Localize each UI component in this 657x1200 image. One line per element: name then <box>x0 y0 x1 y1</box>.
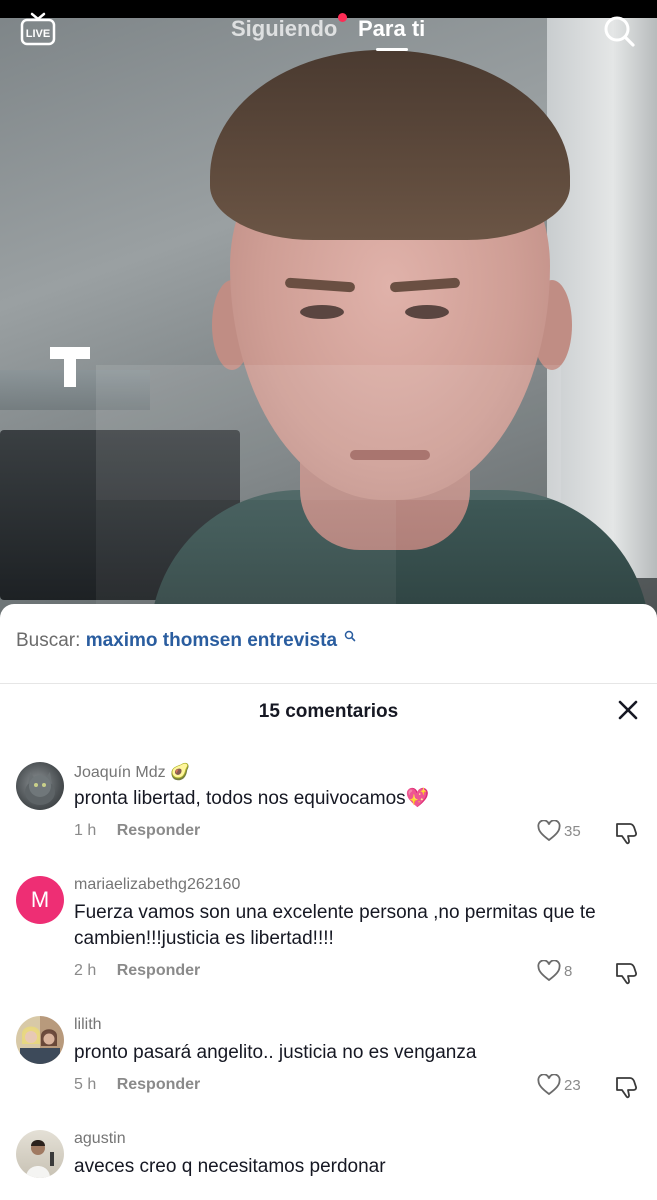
comment-text: Fuerza vamos son una excelente persona ,… <box>74 902 596 949</box>
person-avatar-icon <box>26 1140 54 1178</box>
dislike-icon[interactable] <box>614 1075 640 1099</box>
search-suggestion-label: Buscar: <box>16 630 81 651</box>
reply-button[interactable]: Responder <box>117 1076 201 1093</box>
avatar-letter: M <box>30 887 50 912</box>
like-count: 23 <box>564 1076 581 1094</box>
heart-icon <box>537 1074 561 1096</box>
comment-text: pronta libertad, todos nos equivocamos💖 <box>74 788 430 809</box>
like-button[interactable]: 23 <box>537 1074 581 1096</box>
comment-meta: 2 h Responder <box>74 962 200 980</box>
active-tab-indicator <box>376 48 408 51</box>
video-player[interactable]: LIVE Siguiendo Para ti <box>0 0 657 640</box>
comment-username[interactable]: mariaelizabethg262160 <box>74 876 240 894</box>
comments-count-title: 15 comentarios <box>258 701 399 722</box>
like-count: 8 <box>564 962 573 980</box>
like-button[interactable]: 35 <box>537 820 581 842</box>
avatar[interactable] <box>16 1130 64 1178</box>
comment-text: pronto pasará angelito.. justicia no es … <box>74 1042 477 1063</box>
comment-meta: 5 h Responder <box>74 1076 200 1094</box>
heart-icon <box>537 820 561 842</box>
dislike-icon[interactable] <box>614 821 640 845</box>
avatar[interactable] <box>16 1016 64 1064</box>
like-button[interactable]: 8 <box>537 960 572 982</box>
home-indicator-area <box>0 1186 657 1200</box>
search-icon[interactable] <box>602 14 636 48</box>
heart-icon <box>537 960 561 982</box>
eye-left <box>300 305 344 319</box>
cat-avatar-icon <box>25 772 55 805</box>
people-avatar-icon <box>20 1026 60 1064</box>
live-label: LIVE <box>26 28 50 40</box>
top-navigation: LIVE Siguiendo Para ti <box>0 0 657 60</box>
comment-time: 2 h <box>74 962 97 979</box>
search-suggestion-query[interactable]: maximo thomsen entrevista <box>86 630 337 651</box>
tab-following[interactable]: Siguiendo <box>231 16 337 42</box>
comments-sheet: Buscar: maximo thomsen entrevista 15 com… <box>0 604 657 1200</box>
notification-dot <box>338 13 347 22</box>
avatar[interactable]: M <box>16 876 64 924</box>
comment-username[interactable]: lilith <box>74 1016 102 1034</box>
search-small-icon <box>345 630 356 642</box>
reply-button[interactable]: Responder <box>117 822 201 839</box>
channel-logo-icon <box>50 347 90 387</box>
hair <box>210 50 570 240</box>
search-suggestion[interactable]: Buscar: maximo thomsen entrevista <box>16 630 356 660</box>
eye-right <box>405 305 449 319</box>
comment-username[interactable]: agustin <box>74 1130 126 1148</box>
divider <box>0 683 657 684</box>
comment-text: aveces creo q necesitamos perdonar <box>74 1156 386 1177</box>
avatar[interactable] <box>16 762 64 810</box>
comment-username[interactable]: Joaquín Mdz 🥑 <box>74 762 190 782</box>
like-count: 35 <box>564 822 581 840</box>
reply-button[interactable]: Responder <box>117 962 201 979</box>
comment-time: 1 h <box>74 822 97 839</box>
close-icon[interactable] <box>616 698 640 722</box>
tab-for-you[interactable]: Para ti <box>358 16 425 42</box>
dislike-icon[interactable] <box>614 961 640 985</box>
video-overlay-graphic <box>96 365 561 500</box>
comment-meta: 1 h Responder <box>74 822 200 840</box>
comment-time: 5 h <box>74 1076 97 1093</box>
live-tv-icon[interactable]: LIVE <box>20 12 56 46</box>
video-overlay-graphic-lower <box>96 500 396 610</box>
